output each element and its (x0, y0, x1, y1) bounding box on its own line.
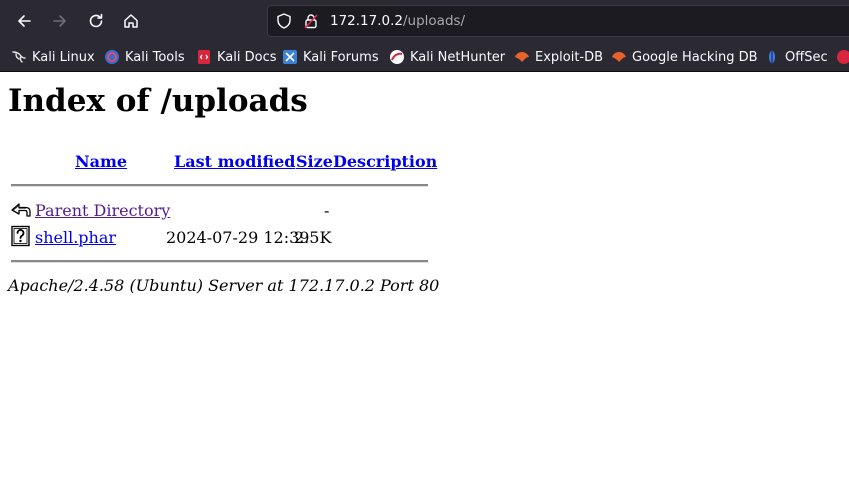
url-host: 172.17.0.2 (330, 13, 403, 29)
insecure-lock-icon[interactable] (302, 12, 320, 30)
kali-docs-icon (198, 50, 210, 64)
back-button[interactable] (9, 6, 39, 36)
page-content: Index of /uploads Name Last modified Siz… (0, 73, 849, 487)
column-header-description[interactable]: Description (333, 152, 437, 171)
column-header-last-modified[interactable]: Last modified (174, 152, 295, 171)
url-path: /uploads/ (403, 13, 466, 29)
parent-directory-link[interactable]: Parent Directory (35, 201, 170, 220)
offsec-icon (769, 50, 775, 64)
arrow-right-icon (53, 15, 66, 27)
bookmark-label: Kali NetHunter (410, 49, 506, 65)
bookmark-kali-docs[interactable]: Kali Docs (196, 48, 277, 66)
kali-forums-icon (283, 50, 297, 64)
table-divider-top (11, 184, 428, 187)
shield-icon[interactable] (275, 12, 293, 30)
bookmark-kali-linux[interactable]: Kali Linux (11, 48, 95, 66)
page-title: Index of /uploads (8, 83, 308, 119)
column-header-name[interactable]: Name (75, 152, 127, 171)
bookmark-google-hacking-db[interactable]: Google Hacking DB (611, 48, 758, 66)
bookmark-exploit-db[interactable]: Exploit-DB (514, 48, 603, 66)
home-button[interactable] (116, 6, 146, 36)
bookmark-offsec[interactable]: OffSec (764, 48, 828, 66)
table-divider-bottom (11, 260, 428, 263)
bookmark-label: Google Hacking DB (632, 49, 758, 65)
bookmarks-toolbar: Kali Linux Kali Tools Kali Docs Kali For… (0, 42, 849, 72)
forward-button[interactable] (45, 6, 75, 36)
bookmark-label: Exploit-DB (535, 49, 604, 65)
bookmark-label: Kali Linux (32, 49, 95, 65)
back-arrow-icon (11, 203, 31, 217)
reload-button[interactable] (81, 6, 111, 36)
column-header-size[interactable]: Size (296, 152, 333, 171)
server-signature: Apache/2.4.58 (Ubuntu) Server at 172.17.… (8, 276, 440, 295)
url-bar[interactable]: 172.17.0.2/uploads/ (267, 5, 849, 37)
bookmark-overflow[interactable] (836, 48, 849, 66)
kali-forums-partial-icon (837, 50, 849, 64)
bookmark-kali-forums[interactable]: Kali Forums (282, 48, 379, 66)
exploit-db-icon (515, 52, 529, 62)
unknown-file-icon (11, 225, 30, 247)
bookmark-label: Kali Forums (303, 49, 379, 65)
ghdb-icon (612, 52, 626, 62)
reload-icon (89, 13, 103, 28)
nethunter-icon (390, 50, 404, 64)
kali-tools-icon (105, 50, 119, 64)
url-text[interactable]: 172.17.0.2/uploads/ (330, 13, 465, 29)
kali-dragon-icon (12, 51, 26, 63)
arrow-left-icon (18, 15, 31, 27)
browser-toolbar: 172.17.0.2/uploads/ (0, 0, 849, 42)
bookmark-kali-nethunter[interactable]: Kali NetHunter (389, 48, 505, 66)
bookmark-label: OffSec (785, 49, 828, 65)
home-icon (124, 14, 138, 28)
bookmark-kali-tools[interactable]: Kali Tools (104, 48, 185, 66)
file-last-modified: 2024-07-29 12:39 (166, 228, 310, 247)
bookmark-label: Kali Tools (125, 49, 185, 65)
bookmark-label: Kali Docs (217, 49, 277, 65)
file-size: 2.5K (294, 228, 332, 247)
file-link-shell-phar[interactable]: shell.phar (35, 228, 116, 247)
parent-directory-size: - (324, 201, 330, 220)
